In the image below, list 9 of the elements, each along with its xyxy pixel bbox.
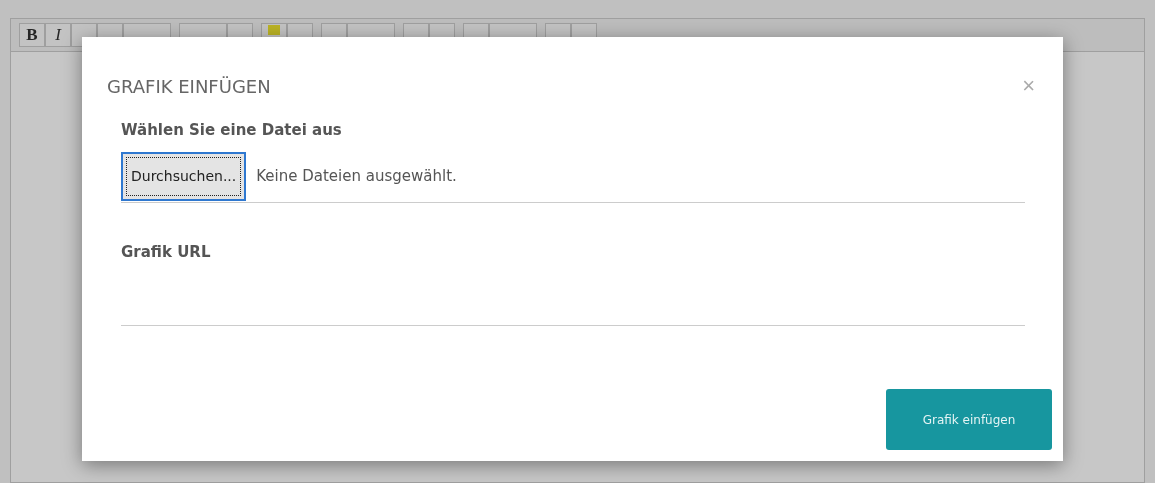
file-field[interactable]: Durchsuchen... Keine Dateien ausgewählt. xyxy=(121,152,1025,203)
url-label: Grafik URL xyxy=(121,243,212,261)
bold-button[interactable]: B xyxy=(19,23,45,47)
file-label: Wählen Sie eine Datei aus xyxy=(121,121,343,139)
browse-button[interactable]: Durchsuchen... xyxy=(121,151,247,201)
file-status: Keine Dateien ausgewählt. xyxy=(256,167,457,185)
dialog-title: GRAFIK EINFÜGEN xyxy=(107,75,271,97)
italic-button[interactable]: I xyxy=(45,23,71,47)
highlight-icon xyxy=(268,25,280,35)
